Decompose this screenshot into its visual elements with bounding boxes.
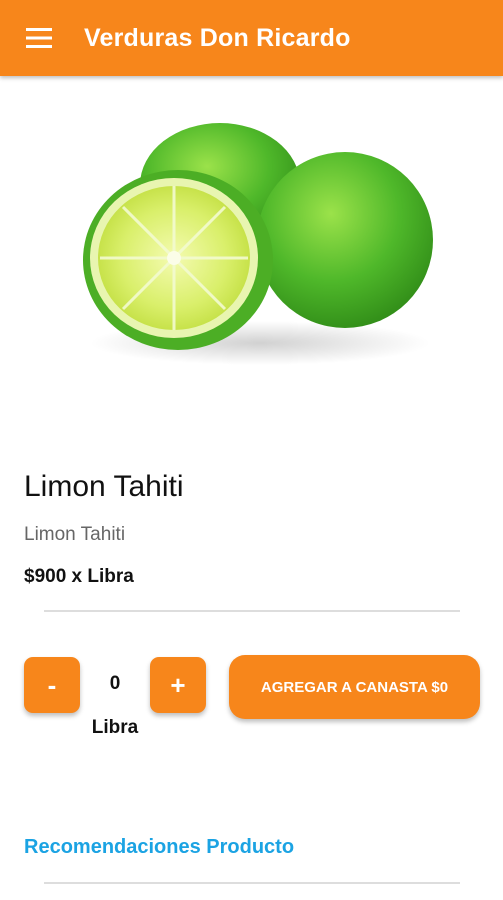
menu-button[interactable] xyxy=(0,0,80,76)
increment-button[interactable]: + xyxy=(150,657,206,713)
decrement-button[interactable]: - xyxy=(24,657,80,713)
hamburger-menu-icon xyxy=(26,28,52,48)
product-image xyxy=(83,123,433,365)
app-title: Verduras Don Ricardo xyxy=(84,23,351,52)
recommendations-link[interactable]: Recomendaciones Producto xyxy=(24,836,294,859)
quantity-unit: Libra xyxy=(91,717,139,738)
add-to-basket-button[interactable]: AGREGAR A CANASTA $0 xyxy=(229,655,480,719)
product-description: Limon Tahiti xyxy=(24,524,126,545)
quantity-value: 0 xyxy=(109,673,121,694)
product-name: Limon Tahiti xyxy=(24,470,184,503)
app-bar: Verduras Don Ricardo xyxy=(0,0,503,76)
divider xyxy=(44,610,460,612)
divider xyxy=(44,882,460,884)
product-price: $900 x Libra xyxy=(24,566,134,587)
